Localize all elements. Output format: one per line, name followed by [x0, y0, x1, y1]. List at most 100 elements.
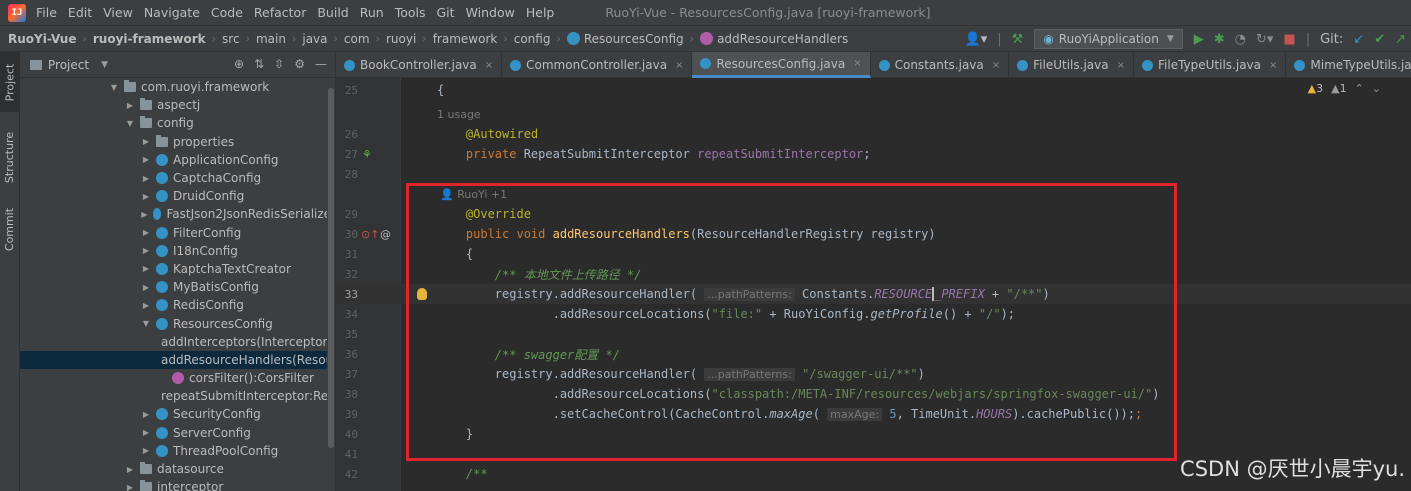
tool-tab-commit[interactable]: Commit: [0, 202, 20, 257]
breadcrumb-ruoyi[interactable]: ruoyi: [386, 32, 416, 46]
breadcrumb-framework[interactable]: framework: [433, 32, 498, 46]
chevron-right-icon[interactable]: ▶: [140, 446, 152, 455]
tree-node[interactable]: ▶ KaptchaTextCreator: [20, 260, 335, 278]
tree-node[interactable]: ▶ SecurityConfig: [20, 405, 335, 423]
scrollbar-thumb[interactable]: [328, 88, 334, 448]
menu-help[interactable]: Help: [526, 5, 555, 20]
chevron-right-icon[interactable]: ▶: [124, 101, 136, 110]
tree-node[interactable]: ▶ ServerConfig: [20, 424, 335, 442]
breadcrumb-module[interactable]: ruoyi-framework: [93, 32, 206, 46]
menu-run[interactable]: Run: [360, 5, 384, 20]
coverage-icon[interactable]: ◔: [1235, 32, 1246, 47]
close-icon[interactable]: ×: [1269, 60, 1277, 71]
tool-tab-project[interactable]: Project: [0, 52, 20, 112]
menu-view[interactable]: View: [103, 5, 133, 20]
tree-node[interactable]: ▶ MyBatisConfig: [20, 278, 335, 296]
run-icon[interactable]: ▶: [1194, 32, 1204, 47]
tree-node[interactable]: ▶ DruidConfig: [20, 187, 335, 205]
expand-all-icon[interactable]: ⇳: [274, 57, 284, 71]
tree-node[interactable]: ▶ ThreadPoolConfig: [20, 442, 335, 460]
tree-node[interactable]: ▼ config: [20, 114, 335, 132]
tree-node[interactable]: ▶ CaptchaConfig: [20, 169, 335, 187]
git-push-icon[interactable]: ↗: [1395, 32, 1406, 47]
chevron-right-icon[interactable]: ▶: [140, 210, 149, 219]
breadcrumb-main[interactable]: main: [256, 32, 286, 46]
tree-node[interactable]: ▶ I18nConfig: [20, 242, 335, 260]
tree-node[interactable]: ▶ FastJson2JsonRedisSerializer: [20, 205, 335, 223]
at-sign-icon[interactable]: @: [380, 228, 391, 241]
chevron-right-icon[interactable]: ▶: [140, 155, 152, 164]
tree-node[interactable]: addResourceHandlers(ResourceHandlerRegis…: [20, 350, 335, 369]
tree-node[interactable]: ▶ properties: [20, 133, 335, 151]
run-configuration-select[interactable]: ◉ RuoYiApplication ▼: [1034, 29, 1183, 49]
chevron-right-icon[interactable]: ▶: [124, 465, 136, 474]
chevron-right-icon[interactable]: ▶: [140, 301, 152, 310]
close-icon[interactable]: ×: [675, 60, 683, 71]
tree-node[interactable]: ▶ RedisConfig: [20, 296, 335, 314]
tree-node[interactable]: ▶ FilterConfig: [20, 224, 335, 242]
menu-navigate[interactable]: Navigate: [144, 5, 200, 20]
chevron-down-icon[interactable]: ▼: [108, 83, 120, 92]
gear-icon[interactable]: ⚙: [294, 57, 305, 71]
chevron-right-icon[interactable]: ▶: [140, 192, 152, 201]
tree-node[interactable]: repeatSubmitInterceptor:RepeatSubmitInte…: [20, 387, 335, 405]
chevron-down-icon[interactable]: ▼: [124, 119, 136, 128]
chevron-right-icon[interactable]: ▶: [140, 428, 152, 437]
minimize-icon[interactable]: —: [315, 57, 327, 71]
tree-node[interactable]: ▶ interceptor: [20, 478, 335, 491]
tree-node[interactable]: ▶ datasource: [20, 460, 335, 478]
breadcrumb-com[interactable]: com: [344, 32, 370, 46]
usage-hint[interactable]: 1 usage: [437, 108, 481, 121]
editor-tab[interactable]: MimeTypeUtils.java×: [1286, 52, 1411, 78]
close-icon[interactable]: ×: [992, 60, 1000, 71]
bean-icon[interactable]: ⚘: [362, 148, 372, 161]
close-icon[interactable]: ×: [485, 60, 493, 71]
profile-icon[interactable]: ↻▾: [1256, 32, 1273, 47]
project-scrollbar[interactable]: [327, 78, 335, 491]
tree-node[interactable]: ▶ aspectj: [20, 96, 335, 114]
chevron-right-icon[interactable]: ▶: [140, 264, 152, 273]
menu-file[interactable]: File: [36, 5, 57, 20]
chevron-down-icon[interactable]: ▼: [101, 60, 108, 70]
menu-window[interactable]: Window: [466, 5, 515, 20]
chevron-right-icon[interactable]: ▶: [124, 483, 136, 491]
breadcrumb-method[interactable]: addResourceHandlers: [700, 32, 848, 46]
stop-icon[interactable]: ■: [1283, 32, 1295, 47]
breadcrumb-class[interactable]: ResourcesConfig: [566, 32, 684, 46]
collapse-all-icon[interactable]: ⇅: [254, 57, 264, 71]
tree-node[interactable]: corsFilter():CorsFilter: [20, 369, 335, 387]
locate-icon[interactable]: ⊕: [234, 57, 244, 71]
editor-tab[interactable]: FileTypeUtils.java ×: [1134, 52, 1287, 78]
git-update-icon[interactable]: ↙: [1353, 32, 1364, 47]
tree-node[interactable]: addInterceptors(InterceptorRegistry):voi…: [20, 333, 335, 351]
tree-node[interactable]: ▶ ApplicationConfig: [20, 151, 335, 169]
editor-tab[interactable]: BookController.java ×: [336, 52, 503, 78]
git-commit-icon[interactable]: ✔: [1374, 32, 1385, 47]
tree-node[interactable]: ▼ com.ruoyi.framework: [20, 78, 335, 96]
chevron-right-icon[interactable]: ▶: [140, 283, 152, 292]
chevron-right-icon[interactable]: ▶: [140, 174, 152, 183]
overrides-method-icon[interactable]: ⊙↑: [361, 228, 379, 241]
chevron-right-icon[interactable]: ▶: [140, 137, 152, 146]
breadcrumb-src[interactable]: src: [222, 32, 240, 46]
menu-git[interactable]: Git: [437, 5, 455, 20]
chevron-right-icon[interactable]: ▶: [140, 410, 152, 419]
close-icon[interactable]: ×: [1117, 60, 1125, 71]
editor-tab[interactable]: ResourcesConfig.java ×: [692, 52, 871, 78]
chevron-right-icon[interactable]: ▶: [140, 228, 152, 237]
chevron-down-icon[interactable]: ▼: [140, 319, 152, 328]
menu-code[interactable]: Code: [211, 5, 243, 20]
tree-node[interactable]: ▼ ResourcesConfig: [20, 314, 335, 332]
breadcrumb-project[interactable]: RuoYi-Vue: [8, 32, 76, 46]
project-panel-title[interactable]: Project: [48, 58, 89, 72]
breadcrumb-java[interactable]: java: [302, 32, 327, 46]
tool-tab-structure[interactable]: Structure: [0, 122, 20, 192]
menu-build[interactable]: Build: [317, 5, 348, 20]
breadcrumb-config[interactable]: config: [514, 32, 551, 46]
menu-tools[interactable]: Tools: [395, 5, 426, 20]
chevron-right-icon[interactable]: ▶: [140, 246, 152, 255]
debug-icon[interactable]: ✱: [1214, 32, 1225, 47]
menu-refactor[interactable]: Refactor: [254, 5, 306, 20]
editor-tab[interactable]: CommonController.java ×: [502, 52, 693, 78]
close-icon[interactable]: ×: [853, 58, 861, 69]
